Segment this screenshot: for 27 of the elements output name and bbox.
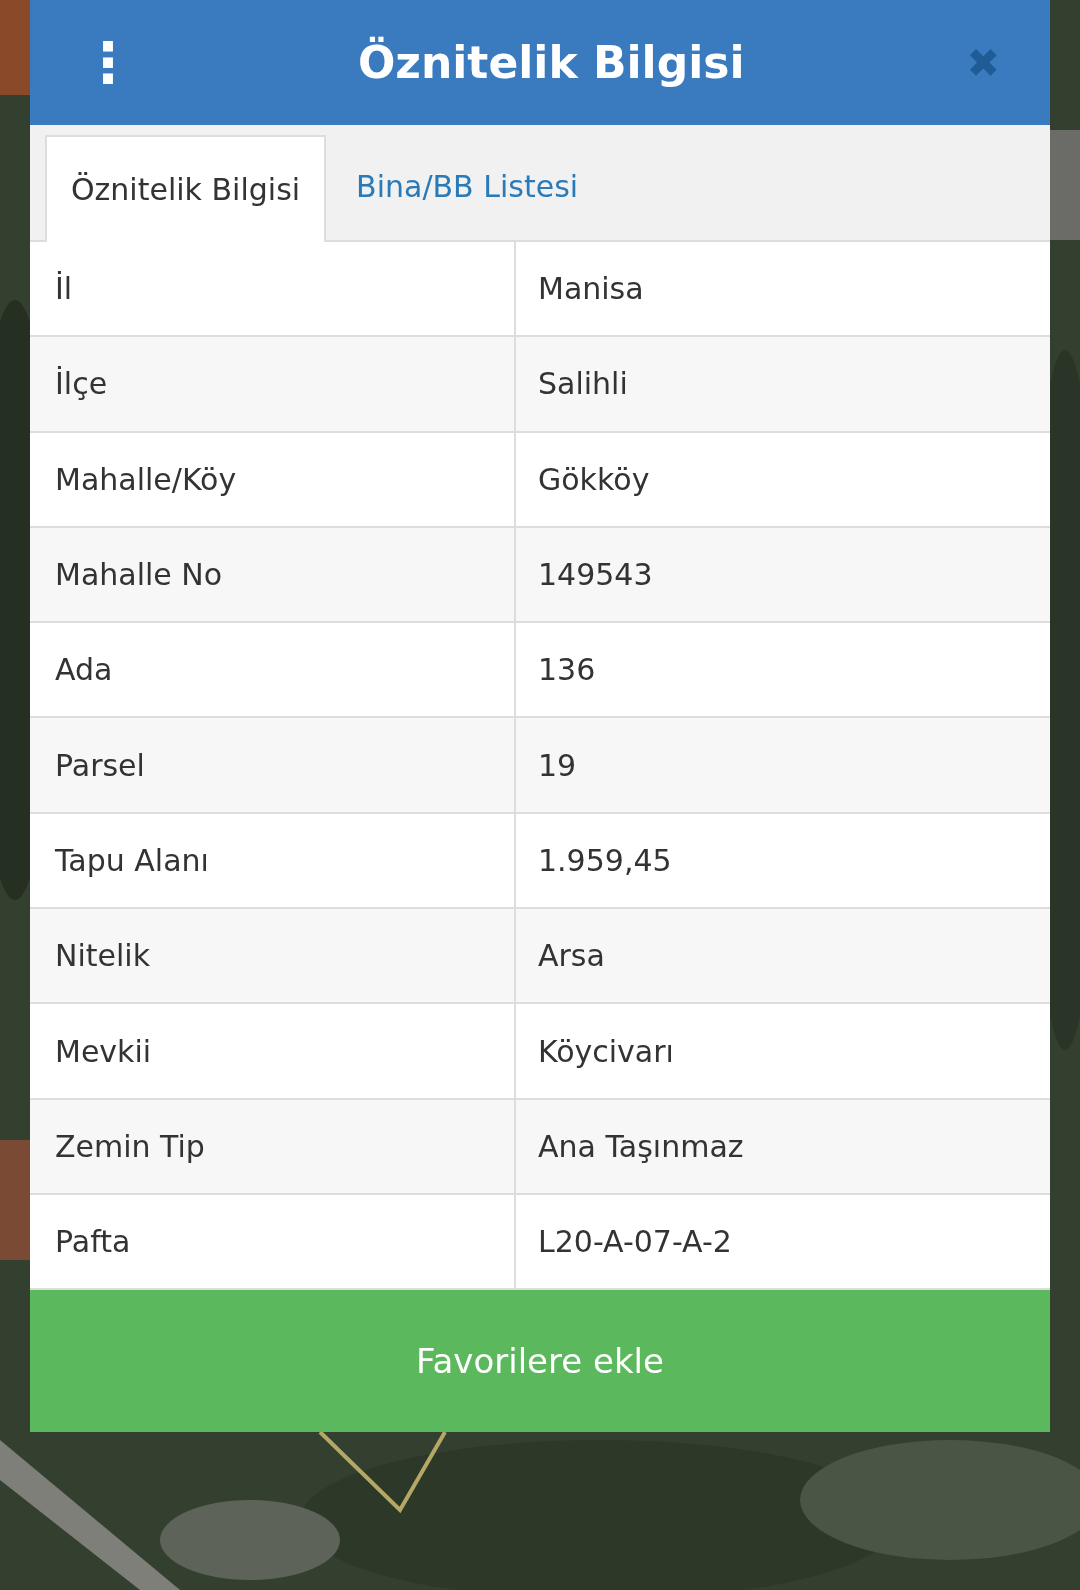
label-cell: Parsel bbox=[30, 718, 516, 812]
value-cell-text: Köycivarı bbox=[537, 1032, 675, 1071]
value-cell-text: Ana Taşınmaz bbox=[537, 1127, 745, 1166]
label-cell: Mahalle/Köy bbox=[30, 432, 516, 526]
value-cell-text: 149543 bbox=[537, 556, 654, 595]
label-cell: Ada bbox=[30, 623, 516, 717]
value-cell-text: 1.959,45 bbox=[537, 841, 673, 880]
label-cell: Pafta bbox=[30, 1194, 516, 1289]
label-cell: Mevkii bbox=[30, 1004, 516, 1098]
value-cell-text: Salihli bbox=[537, 365, 629, 404]
value-cell-text: Arsa bbox=[537, 937, 606, 976]
menu-icon[interactable]: ⋮ bbox=[80, 34, 136, 91]
add-to-favorites-button[interactable]: Favorilere ekle bbox=[30, 1290, 1050, 1433]
value-cell-text: Manisa bbox=[537, 270, 645, 309]
label-cell: Zemin Tip bbox=[30, 1099, 516, 1193]
value-cell-text: Gökköy bbox=[537, 460, 651, 499]
label-cell: İlçe bbox=[30, 337, 516, 431]
label-cell: Tapu Alanı bbox=[30, 813, 516, 908]
value-cell-text: 19 bbox=[537, 746, 578, 785]
label-cell: İl bbox=[30, 242, 516, 336]
tab[interactable]: Bina/BB Listesi bbox=[326, 133, 609, 240]
value-cell-text: 136 bbox=[537, 651, 597, 690]
label-cell: Mahalle No bbox=[30, 527, 516, 622]
dialog-title: Öznitelik Bilgisi bbox=[357, 35, 745, 90]
value-cell-text: L20-A-07-A-2 bbox=[537, 1223, 733, 1262]
label-cell: Nitelik bbox=[30, 909, 516, 1003]
tab[interactable]: Öznitelik Bilgisi bbox=[45, 135, 327, 242]
